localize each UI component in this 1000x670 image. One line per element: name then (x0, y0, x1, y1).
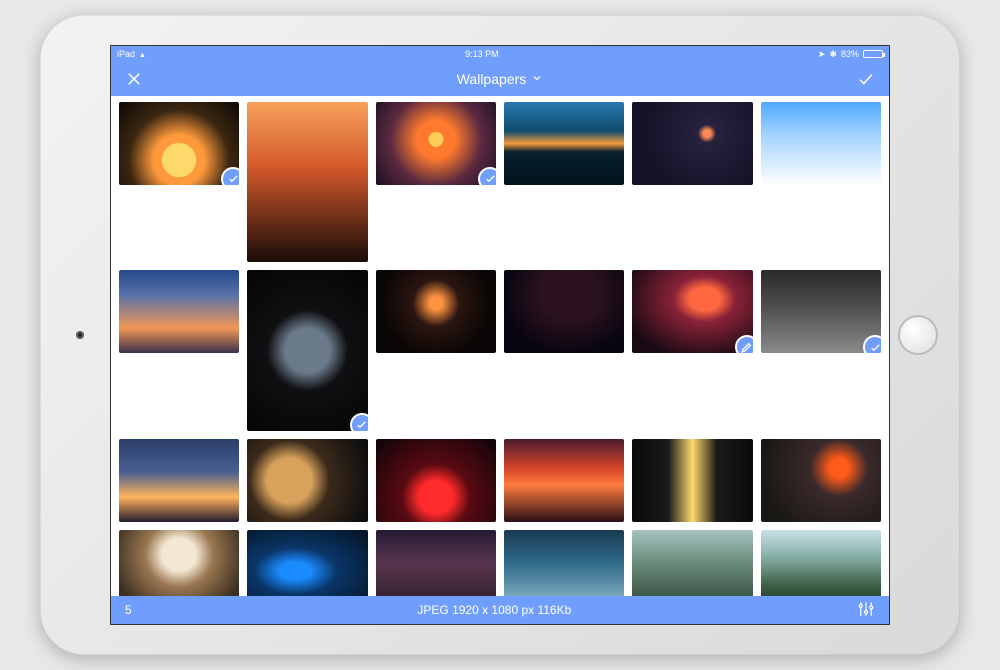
thumbnail-red-nebula[interactable] (632, 270, 752, 353)
ipad-camera (76, 331, 84, 339)
thumbnail-sun-through-trees[interactable] (632, 439, 752, 522)
chevron-down-icon (531, 71, 543, 87)
selected-badge-icon (350, 413, 368, 431)
thumbnail-forest-sunset[interactable] (504, 102, 624, 185)
thumbnail-fire-clouds[interactable] (504, 439, 624, 522)
thumbnail-purple-ridges[interactable] (376, 530, 496, 596)
battery-percent: 83% (841, 49, 859, 59)
thumbnail-neon-city[interactable] (376, 102, 496, 185)
ipad-home-button[interactable] (898, 315, 938, 355)
nav-title-dropdown[interactable]: Wallpapers (143, 71, 857, 87)
thumbnail-sci-fi-tower[interactable] (504, 530, 624, 596)
ipad-frame: iPad 9:13 PM ➤ ✱ 83% Wallpapers (40, 15, 960, 655)
sliders-icon[interactable] (857, 600, 875, 621)
confirm-icon[interactable] (857, 70, 875, 88)
thumbnail-earth-dark[interactable] (247, 270, 367, 430)
selected-badge-icon (863, 335, 881, 353)
thumbnail-anime-clouds[interactable] (761, 102, 881, 185)
bluetooth-icon: ✱ (829, 49, 837, 60)
file-detail: JPEG 1920 x 1080 px 116Kb (132, 603, 857, 617)
selection-count: 5 (125, 603, 132, 617)
thumbnail-milky-way-shore[interactable] (119, 439, 239, 522)
thumbnail-moon-reflection[interactable] (119, 102, 239, 185)
thumbnail-purple-dusk[interactable] (119, 270, 239, 353)
app-screen: iPad 9:13 PM ➤ ✱ 83% Wallpapers (110, 45, 890, 625)
location-icon: ➤ (818, 49, 826, 60)
selected-badge-icon (221, 167, 239, 185)
status-carrier: iPad (117, 49, 135, 59)
wifi-icon (139, 49, 146, 59)
thumbnail-surfer-sunset[interactable] (247, 102, 367, 262)
thumbnail-pagoda-lake[interactable] (632, 530, 752, 596)
thumbnail-jupiter[interactable] (247, 439, 367, 522)
footer-bar: 5 JPEG 1920 x 1080 px 116Kb (111, 596, 889, 624)
selected-badge-icon (478, 167, 496, 185)
thumbnail-grid[interactable] (111, 96, 889, 596)
thumbnail-ice-cave[interactable] (247, 530, 367, 596)
edited-badge-icon (735, 335, 753, 353)
battery-icon (863, 50, 883, 58)
thumbnail-lake-reflection[interactable] (376, 270, 496, 353)
nav-bar: Wallpapers (111, 62, 889, 96)
thumbnail-explosion-cloud[interactable] (119, 530, 239, 596)
status-time: 9:13 PM (146, 49, 818, 59)
status-bar: iPad 9:13 PM ➤ ✱ 83% (111, 46, 889, 62)
thumbnail-sparks-night[interactable] (504, 270, 624, 353)
close-icon[interactable] (125, 70, 143, 88)
thumbnail-crescent-moon[interactable] (632, 102, 752, 185)
nav-title-label: Wallpapers (457, 71, 527, 87)
thumbnail-green-mountain[interactable] (761, 530, 881, 596)
thumbnail-volcano[interactable] (761, 439, 881, 522)
thumbnail-skyscrapers[interactable] (761, 270, 881, 353)
thumbnail-red-smoke[interactable] (376, 439, 496, 522)
